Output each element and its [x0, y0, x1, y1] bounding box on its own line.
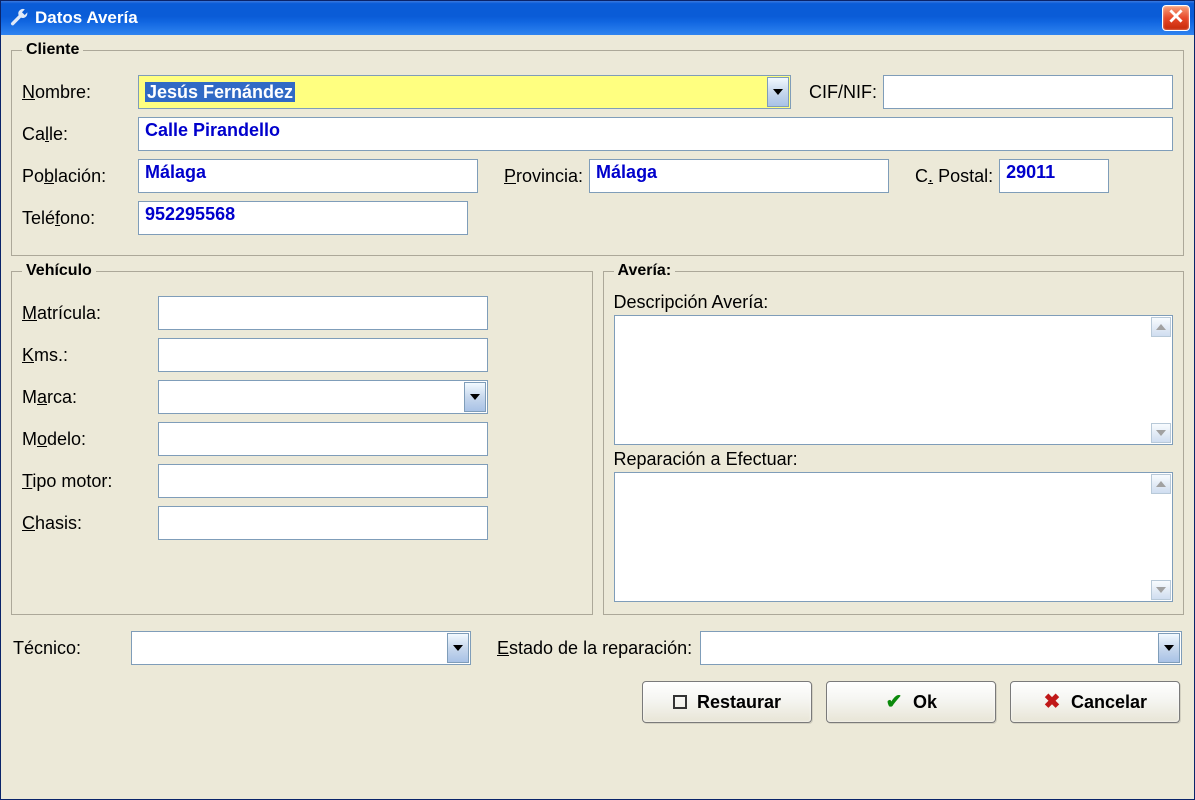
matricula-label: Matrícula: [22, 303, 152, 324]
wrench-icon [9, 8, 29, 28]
marca-dropdown-button[interactable] [464, 382, 486, 412]
scroll-up-icon[interactable] [1151, 317, 1171, 337]
marca-combo[interactable] [158, 380, 488, 414]
averia-legend: Avería: [614, 262, 676, 280]
dialog-window: Datos Avería Cliente Nombre: Jesús Ferná… [0, 0, 1195, 800]
estado-combo[interactable] [700, 631, 1182, 665]
chasis-input[interactable] [158, 506, 488, 540]
cp-label: C. Postal: [915, 166, 993, 187]
matricula-input[interactable] [158, 296, 488, 330]
tecnico-combo[interactable] [131, 631, 471, 665]
calle-label: Calle: [22, 124, 132, 145]
poblacion-input[interactable]: Málaga [138, 159, 478, 193]
cliente-legend: Cliente [22, 41, 83, 59]
chasis-label: Chasis: [22, 513, 152, 534]
scroll-up-icon[interactable] [1151, 474, 1171, 494]
nombre-combo[interactable]: Jesús Fernández [138, 75, 791, 109]
cross-icon: ✖ [1043, 693, 1061, 711]
calle-input[interactable]: Calle Pirandello [138, 117, 1173, 151]
cancelar-button[interactable]: ✖ Cancelar [1010, 681, 1180, 723]
vehiculo-group: Vehículo Matrícula: Kms.: Marca: [11, 262, 593, 615]
cliente-group: Cliente Nombre: Jesús Fernández CIF/NIF:… [11, 41, 1184, 256]
cif-label: CIF/NIF: [809, 82, 877, 103]
close-button[interactable] [1162, 5, 1190, 31]
close-icon [1169, 8, 1183, 28]
estado-dropdown-button[interactable] [1158, 633, 1180, 663]
estado-label: Estado de la reparación: [497, 638, 692, 659]
tipomotor-label: Tipo motor: [22, 471, 152, 492]
cif-input[interactable] [883, 75, 1173, 109]
averia-group: Avería: Descripción Avería: Reparación a… [603, 262, 1185, 615]
scroll-down-icon[interactable] [1151, 580, 1171, 600]
marca-label: Marca: [22, 387, 152, 408]
modelo-input[interactable] [158, 422, 488, 456]
dialog-buttons: Restaurar ✔ Ok ✖ Cancelar [11, 681, 1180, 723]
tecnico-label: Técnico: [13, 638, 123, 659]
nombre-label: Nombre: [22, 82, 132, 103]
telefono-input[interactable]: 952295568 [138, 201, 468, 235]
kms-input[interactable] [158, 338, 488, 372]
nombre-dropdown-button[interactable] [767, 77, 789, 107]
check-icon: ✔ [885, 693, 903, 711]
poblacion-label: Población: [22, 166, 132, 187]
reset-icon [673, 695, 687, 709]
reparacion-textarea[interactable] [614, 472, 1174, 602]
descripcion-label: Descripción Avería: [614, 292, 1174, 313]
titlebar: Datos Avería [1, 1, 1194, 35]
client-area: Cliente Nombre: Jesús Fernández CIF/NIF:… [1, 35, 1194, 799]
kms-label: Kms.: [22, 345, 152, 366]
provincia-label: Provincia: [504, 166, 583, 187]
restaurar-button[interactable]: Restaurar [642, 681, 812, 723]
vehiculo-legend: Vehículo [22, 262, 96, 280]
cp-input[interactable]: 29011 [999, 159, 1109, 193]
tecnico-dropdown-button[interactable] [447, 633, 469, 663]
telefono-label: Teléfono: [22, 208, 132, 229]
descripcion-textarea[interactable] [614, 315, 1174, 445]
modelo-label: Modelo: [22, 429, 152, 450]
tipomotor-input[interactable] [158, 464, 488, 498]
scroll-down-icon[interactable] [1151, 423, 1171, 443]
reparacion-label: Reparación a Efectuar: [614, 449, 1174, 470]
provincia-input[interactable]: Málaga [589, 159, 889, 193]
ok-button[interactable]: ✔ Ok [826, 681, 996, 723]
window-title: Datos Avería [35, 8, 1162, 28]
